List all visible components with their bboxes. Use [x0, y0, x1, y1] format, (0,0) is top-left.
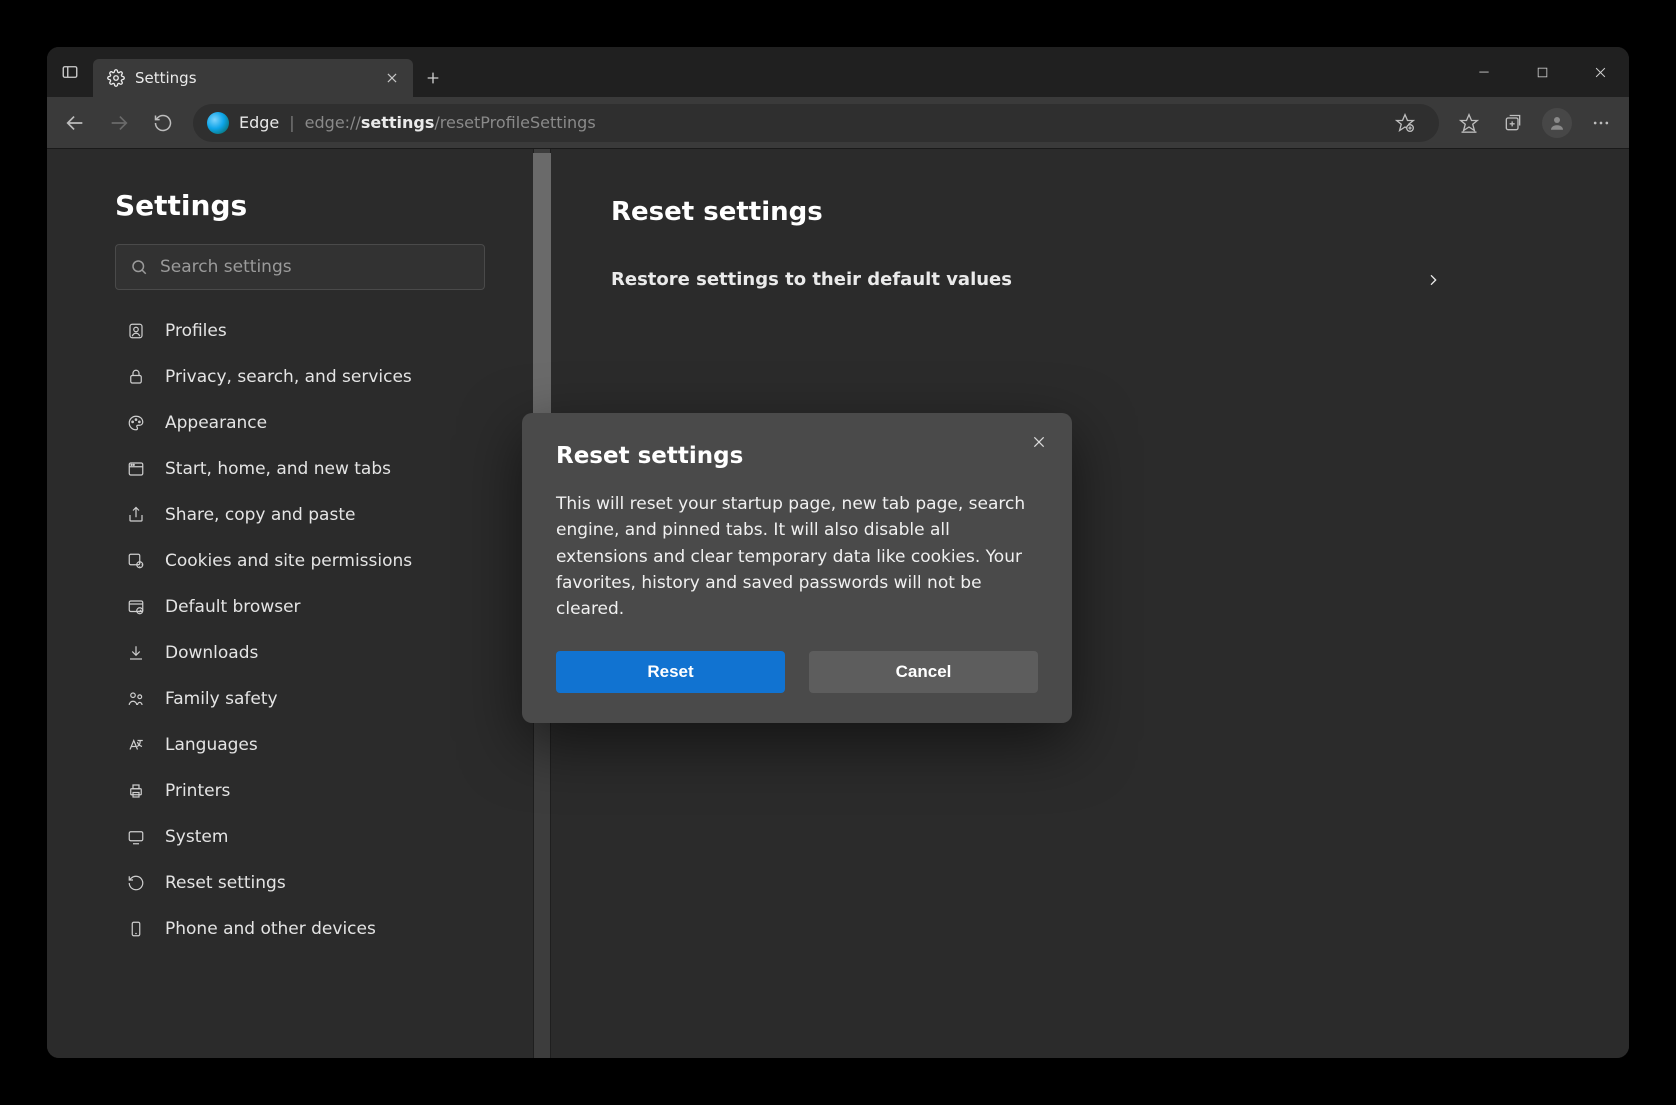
- nav-default-browser[interactable]: Default browser: [115, 584, 513, 630]
- restore-defaults-row[interactable]: Restore settings to their default values: [611, 263, 1441, 296]
- printer-icon: [125, 782, 147, 800]
- row-label: Restore settings to their default values: [611, 269, 1012, 290]
- favorite-add-icon[interactable]: [1385, 103, 1425, 143]
- nav-family-safety[interactable]: Family safety: [115, 676, 513, 722]
- more-button[interactable]: [1581, 103, 1621, 143]
- forward-button[interactable]: [99, 103, 139, 143]
- maximize-button[interactable]: [1513, 47, 1571, 97]
- address-url: edge://settings/resetProfileSettings: [305, 113, 596, 132]
- sidebar: Settings Search settings Profiles Privac…: [47, 149, 533, 1058]
- nav-label: Start, home, and new tabs: [165, 459, 391, 479]
- share-icon: [125, 506, 147, 524]
- nav-label: Appearance: [165, 413, 267, 433]
- avatar-icon: [1542, 108, 1572, 138]
- nav-phone-devices[interactable]: Phone and other devices: [115, 906, 513, 952]
- search-settings-input[interactable]: Search settings: [115, 244, 485, 290]
- window-icon: [125, 460, 147, 478]
- profile-button[interactable]: [1537, 103, 1577, 143]
- collections-button[interactable]: [1493, 103, 1533, 143]
- lock-icon: [125, 368, 147, 386]
- tab-actions-button[interactable]: [47, 47, 93, 97]
- refresh-button[interactable]: [143, 103, 183, 143]
- titlebar: Settings: [47, 47, 1629, 97]
- favorites-button[interactable]: [1449, 103, 1489, 143]
- nav-label: Profiles: [165, 321, 227, 341]
- section-title: Reset settings: [611, 197, 1569, 227]
- back-button[interactable]: [55, 103, 95, 143]
- phone-icon: [125, 920, 147, 938]
- languages-icon: [125, 736, 147, 754]
- browser-check-icon: [125, 598, 147, 616]
- minimize-button[interactable]: [1455, 47, 1513, 97]
- nav-label: Cookies and site permissions: [165, 551, 412, 571]
- address-site-label: Edge: [239, 113, 279, 132]
- close-window-button[interactable]: [1571, 47, 1629, 97]
- cancel-button[interactable]: Cancel: [809, 651, 1038, 693]
- nav-cookies[interactable]: Cookies and site permissions: [115, 538, 513, 584]
- nav-appearance[interactable]: Appearance: [115, 400, 513, 446]
- tab-title: Settings: [135, 69, 197, 87]
- new-tab-button[interactable]: [413, 59, 453, 97]
- browser-window: Settings Edge | edge://s: [47, 47, 1629, 1058]
- nav-start-home[interactable]: Start, home, and new tabs: [115, 446, 513, 492]
- reset-button[interactable]: Reset: [556, 651, 785, 693]
- chevron-right-icon: [1425, 272, 1441, 288]
- window-controls: [1455, 47, 1629, 97]
- nav-label: Downloads: [165, 643, 258, 663]
- nav-label: Default browser: [165, 597, 301, 617]
- family-icon: [125, 690, 147, 708]
- nav-label: Family safety: [165, 689, 278, 709]
- edge-logo-icon: [207, 112, 229, 134]
- nav-label: Privacy, search, and services: [165, 367, 412, 387]
- dialog-buttons: Reset Cancel: [556, 651, 1038, 693]
- search-placeholder-text: Search settings: [160, 257, 292, 277]
- dialog-title: Reset settings: [556, 443, 1038, 469]
- nav-share-copy-paste[interactable]: Share, copy and paste: [115, 492, 513, 538]
- nav-label: Languages: [165, 735, 258, 755]
- nav-printers[interactable]: Printers: [115, 768, 513, 814]
- address-bar[interactable]: Edge | edge://settings/resetProfileSetti…: [193, 104, 1439, 142]
- nav-label: Reset settings: [165, 873, 286, 893]
- reset-icon: [125, 874, 147, 892]
- nav-system[interactable]: System: [115, 814, 513, 860]
- profile-icon: [125, 322, 147, 340]
- tab-close-button[interactable]: [385, 71, 399, 85]
- address-separator: |: [289, 113, 294, 132]
- nav-profiles[interactable]: Profiles: [115, 308, 513, 354]
- nav-reset-settings[interactable]: Reset settings: [115, 860, 513, 906]
- settings-title: Settings: [115, 189, 513, 222]
- nav-label: System: [165, 827, 228, 847]
- cookie-gear-icon: [125, 552, 147, 570]
- dialog-body: This will reset your startup page, new t…: [556, 491, 1038, 623]
- nav-label: Printers: [165, 781, 230, 801]
- dialog-close-button[interactable]: [1024, 427, 1054, 457]
- nav-privacy[interactable]: Privacy, search, and services: [115, 354, 513, 400]
- tab-settings[interactable]: Settings: [93, 59, 413, 97]
- nav-label: Share, copy and paste: [165, 505, 355, 525]
- download-icon: [125, 644, 147, 662]
- nav-languages[interactable]: Languages: [115, 722, 513, 768]
- gear-icon: [107, 69, 125, 87]
- toolbar: Edge | edge://settings/resetProfileSetti…: [47, 97, 1629, 149]
- settings-nav: Profiles Privacy, search, and services A…: [115, 308, 513, 952]
- search-icon: [130, 258, 148, 276]
- reset-settings-dialog: Reset settings This will reset your star…: [522, 413, 1072, 723]
- system-icon: [125, 828, 147, 846]
- nav-downloads[interactable]: Downloads: [115, 630, 513, 676]
- nav-label: Phone and other devices: [165, 919, 376, 939]
- palette-icon: [125, 414, 147, 432]
